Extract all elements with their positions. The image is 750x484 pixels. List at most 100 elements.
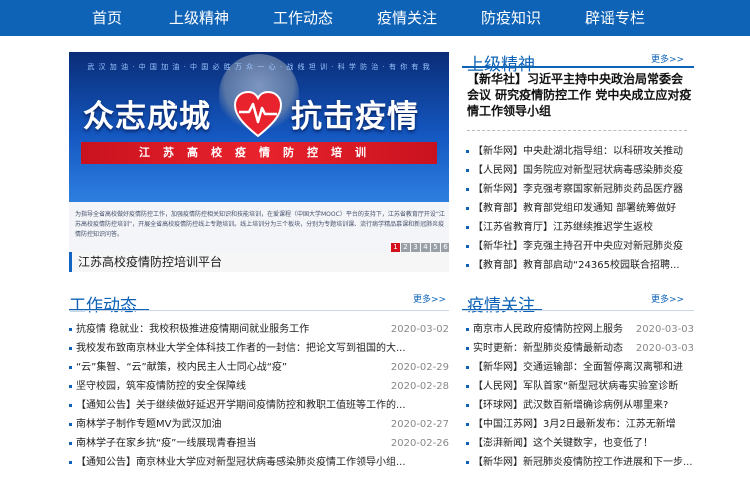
bullet-icon xyxy=(466,169,469,172)
list-item-text: 【新华社】李克强主持召开中央应对新冠肺炎疫 xyxy=(473,241,683,252)
list-item-text: 【澎湃新闻】这个关键数字，也变低了！ xyxy=(473,438,653,449)
banner-page-3[interactable]: 3 xyxy=(411,243,420,252)
list-item-date: 2020-02-28 xyxy=(386,377,449,396)
bullet-icon xyxy=(466,366,469,369)
list-item-date: 2020-02-27 xyxy=(386,415,449,434)
bullet-icon xyxy=(69,461,72,464)
list-item[interactable]: 【教育部】教育部党组印发通知 部署统筹做好 xyxy=(466,199,694,218)
bullet-icon xyxy=(69,423,72,426)
list-item[interactable]: 南林学子在家乡抗“疫”一线展现青春担当 2020-02-26 xyxy=(69,434,449,453)
banner-slogan-left: 众志成城 xyxy=(83,99,211,135)
headline-divider xyxy=(467,130,687,131)
banner-pagination: 1 2 3 4 5 6 xyxy=(391,243,449,252)
banner-ribbon: 江苏高校疫情防控培训 xyxy=(81,142,437,164)
list-item-text: 南京市人民政府疫情防控网上服务 xyxy=(473,324,623,335)
bullet-icon xyxy=(466,347,469,350)
bullet-icon xyxy=(466,264,469,267)
bullet-icon xyxy=(466,423,469,426)
list-item[interactable]: 【中国江苏网】3月2日最新发布：江苏无新增 xyxy=(466,415,694,434)
featured-banner[interactable]: 武 汉 加 油 · 中 国 加 油 · 中 国 必 胜 万 众 一 心 · 战 … xyxy=(69,52,449,272)
bullet-icon xyxy=(466,245,469,248)
list-item[interactable]: 【人民网】国务院应对新型冠状病毒感染肺炎疫 xyxy=(466,161,694,180)
list-item-date: 2020-03-02 xyxy=(386,320,449,339)
list-item-text: 【教育部】教育部启动“24365校园联合招聘... xyxy=(473,260,680,271)
list-item-text: 【中国江苏网】3月2日最新发布：江苏无新增 xyxy=(473,419,676,430)
list-item[interactable]: 【澎湃新闻】这个关键数字，也变低了！ xyxy=(466,434,694,453)
list-item-date: 2020-02-26 xyxy=(386,434,449,453)
bullet-icon xyxy=(466,461,469,464)
list-item-date: 2020-03-03 xyxy=(631,320,694,339)
list-item-text: 【江苏省教育厅】江苏继续推迟学生返校 xyxy=(473,222,653,233)
list-item-text: 实时更新：新型肺炎疫情最新动态 xyxy=(473,343,623,354)
nav-prevention-knowledge[interactable]: 防疫知识 xyxy=(481,0,541,36)
list-item[interactable]: “云”集智、“云”献策，校内民主人士同心战“疫” 2020-02-29 xyxy=(69,358,449,377)
list-item[interactable]: 【新华网】新冠肺炎疫情防控工作进展和下一步... xyxy=(466,453,694,472)
list-item[interactable]: 【新华网】交通运输部：全面暂停离汉离鄂和进 xyxy=(466,358,694,377)
list-item[interactable]: 南林学子制作专题MV为武汉加油 2020-02-27 xyxy=(69,415,449,434)
list-item[interactable]: 【通知公告】关于继续做好延迟开学期间疫情防控和教职工值班等工作的... xyxy=(69,396,449,415)
nav-epidemic-focus[interactable]: 疫情关注 xyxy=(377,0,437,36)
banner-page-4[interactable]: 4 xyxy=(421,243,430,252)
banner-page-1[interactable]: 1 xyxy=(391,243,400,252)
superior-title-rule xyxy=(462,66,694,68)
work-more-link[interactable]: 更多>> xyxy=(413,292,446,305)
list-item[interactable]: 【江苏省教育厅】江苏继续推迟学生返校 xyxy=(466,218,694,237)
bullet-icon xyxy=(69,404,72,407)
work-news-list: 抗疫情 稳就业：我校积极推进疫情期间就业服务工作 2020-03-02 我校发布致… xyxy=(69,320,449,472)
superior-more-link[interactable]: 更多>> xyxy=(651,52,684,65)
list-item[interactable]: 【新华社】李克强主持召开中央应对新冠肺炎疫 xyxy=(466,237,694,256)
list-item-date: 2020-03-03 xyxy=(631,339,694,358)
banner-page-5[interactable]: 5 xyxy=(431,243,440,252)
list-item-text: 抗疫情 稳就业：我校积极推进疫情期间就业服务工作 xyxy=(76,324,310,335)
bullet-icon xyxy=(466,404,469,407)
bullet-icon xyxy=(466,188,469,191)
nav-superior-spirit[interactable]: 上级精神 xyxy=(169,0,229,36)
heartbeat-heart-icon xyxy=(233,90,283,138)
list-item[interactable]: 坚守校园，筑牢疫情防控的安全保障线 2020-02-28 xyxy=(69,377,449,396)
nav-work-news[interactable]: 工作动态 xyxy=(273,0,333,36)
epidemic-title-underline xyxy=(462,310,694,311)
nav-home[interactable]: 首页 xyxy=(92,0,122,36)
epidemic-more-link[interactable]: 更多>> xyxy=(651,292,684,305)
bullet-icon xyxy=(466,207,469,210)
banner-page-2[interactable]: 2 xyxy=(401,243,410,252)
list-item-text: 【通知公告】南京林业大学应对新型冠状病毒感染肺炎疫情工作领导小组... xyxy=(76,457,406,468)
banner-caption[interactable]: 江苏高校疫情防控培训平台 xyxy=(69,252,449,272)
nav-rumor-refuting[interactable]: 辟谣专栏 xyxy=(585,0,645,36)
work-news-title: 工作动态 xyxy=(69,296,137,316)
bullet-icon xyxy=(466,385,469,388)
list-item[interactable]: 抗疫情 稳就业：我校积极推进疫情期间就业服务工作 2020-03-02 xyxy=(69,320,449,339)
superior-headline[interactable]: 【新华社】习近平主持中央政治局常委会会议 研究疫情防控工作 党中央成立应对疫情工… xyxy=(467,71,693,119)
list-item[interactable]: 实时更新：新型肺炎疫情最新动态 2020-03-03 xyxy=(466,339,694,358)
list-item-text: “云”集智、“云”献策，校内民主人士同心战“疫” xyxy=(76,362,288,373)
list-item-text: 【新华网】新冠肺炎疫情防控工作进展和下一步... xyxy=(473,457,693,468)
list-item[interactable]: 【人民网】军队首家“新型冠状病毒实验室诊断 xyxy=(466,377,694,396)
list-item-text: 南林学子制作专题MV为武汉加油 xyxy=(76,419,222,430)
list-item-text: 【环球网】武汉数百新增确诊病例从哪里来? xyxy=(473,400,669,411)
list-item-text: 【人民网】国务院应对新型冠状病毒感染肺炎疫 xyxy=(473,165,683,176)
list-item[interactable]: 【环球网】武汉数百新增确诊病例从哪里来? xyxy=(466,396,694,415)
bullet-icon xyxy=(466,226,469,229)
top-nav-bar: 首页 上级精神 工作动态 疫情关注 防疫知识 辟谣专栏 xyxy=(0,0,750,36)
bullet-icon xyxy=(69,385,72,388)
list-item[interactable]: 【新华网】中央赴湖北指导组：以科研攻关推动 xyxy=(466,142,694,161)
epidemic-focus-title: 疫情关注 xyxy=(467,296,535,316)
banner-page-6[interactable]: 6 xyxy=(441,243,449,252)
list-item-text: 坚守校园，筑牢疫情防控的安全保障线 xyxy=(76,381,246,392)
list-item-text: 【新华网】交通运输部：全面暂停离汉离鄂和进 xyxy=(473,362,683,373)
list-item-text: 【教育部】教育部党组印发通知 部署统筹做好 xyxy=(473,203,677,214)
banner-subtitle: 武 汉 加 油 · 中 国 加 油 · 中 国 必 胜 万 众 一 心 · 战 … xyxy=(87,63,431,71)
list-item-text: 我校发布致南京林业大学全体科技工作者的一封信：把论文写到祖国的大... xyxy=(76,343,406,354)
bullet-icon xyxy=(69,366,72,369)
list-item[interactable]: 【通知公告】南京林业大学应对新型冠状病毒感染肺炎疫情工作领导小组... xyxy=(69,453,449,472)
list-item-text: 【新华网】中央赴湖北指导组：以科研攻关推动 xyxy=(473,146,683,157)
epidemic-news-list: 南京市人民政府疫情防控网上服务 2020-03-03 实时更新：新型肺炎疫情最新动… xyxy=(466,320,694,472)
superior-news-list: 【新华网】中央赴湖北指导组：以科研攻关推动 【人民网】国务院应对新型冠状病毒感染… xyxy=(466,142,694,275)
list-item[interactable]: 【新华网】李克强考察国家新冠肺炎药品医疗器 xyxy=(466,180,694,199)
list-item[interactable]: 我校发布致南京林业大学全体科技工作者的一封信：把论文写到祖国的大... xyxy=(69,339,449,358)
banner-slogan-right: 抗击疫情 xyxy=(291,99,419,135)
bullet-icon xyxy=(466,150,469,153)
list-item[interactable]: 南京市人民政府疫情防控网上服务 2020-03-03 xyxy=(466,320,694,339)
banner-body-text: 为指导全省高校做好疫情防控工作，加强疫情防控相关知识和技能培训，在爱课程（中国大… xyxy=(75,211,445,238)
list-item[interactable]: 【教育部】教育部启动“24365校园联合招聘... xyxy=(466,256,694,275)
